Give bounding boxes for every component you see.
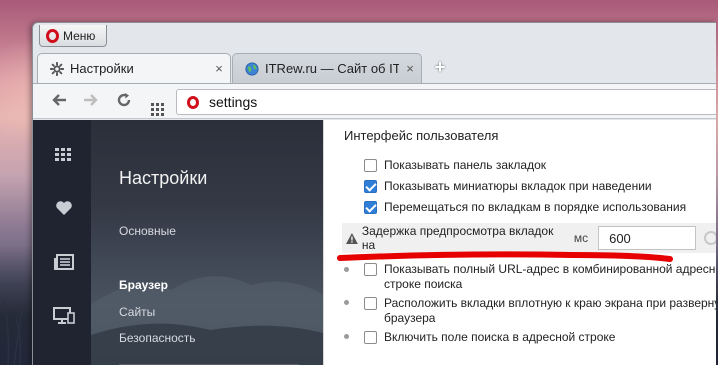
tab-strip: Настройки × ITRew.ru — Сайт об IT для × … — [33, 51, 716, 83]
option-show-bookmarks-bar[interactable]: Показывать панель закладок — [364, 158, 546, 173]
tab-close-icon[interactable]: × — [208, 61, 230, 76]
advanced-bullet — [344, 300, 349, 305]
option-label: Показывать полный URL-адрес в комбиниров… — [384, 262, 716, 292]
new-tab-button[interactable]: + — [429, 57, 451, 79]
tab-itrew[interactable]: ITRew.ru — Сайт об IT для × — [232, 53, 422, 83]
toolbar — [33, 83, 716, 119]
settings-sidebar: Настройки Основные Браузер Сайты Безопас… — [91, 120, 323, 365]
tab-title: ITRew.ru — Сайт об IT для — [265, 61, 399, 76]
browser-window: Меню Настройки × ITRew.ru — Сайт об I × … — [32, 22, 716, 365]
option-label: Перемещаться по вкладкам в порядке испол… — [384, 200, 687, 214]
arrow-right-icon — [84, 94, 98, 106]
sidebar-rail — [33, 120, 91, 365]
reset-icon[interactable] — [704, 231, 716, 245]
speed-dial-sidebar-icon[interactable] — [53, 144, 75, 166]
checkbox[interactable] — [364, 331, 377, 344]
settings-content: Интерфейс пользователя Показывать панель… — [323, 120, 716, 365]
option-label-line2: браузера — [384, 311, 436, 325]
option-search-in-address-bar[interactable]: Включить поле поиска в адресной строке — [364, 330, 615, 345]
option-label-line2: строке поиска — [384, 277, 463, 291]
option-cycle-tabs-order[interactable]: Перемещаться по вкладкам в порядке испол… — [364, 200, 686, 215]
sidebar-item-security[interactable]: Безопасность — [119, 331, 196, 345]
advanced-bullet — [344, 267, 349, 272]
forward-button[interactable] — [80, 92, 100, 112]
opera-logo-icon — [46, 28, 59, 43]
address-input[interactable] — [209, 94, 609, 110]
devices-icon[interactable] — [53, 304, 75, 326]
option-tabs-to-edge[interactable]: Расположить вкладки вплотную к краю экра… — [364, 296, 716, 326]
advanced-bullet — [344, 334, 349, 339]
tab-title: Настройки — [70, 61, 134, 76]
annotation-underline — [337, 251, 673, 262]
sidebar-item-basic[interactable]: Основные — [119, 224, 176, 238]
gear-icon — [50, 61, 64, 76]
section-title: Интерфейс пользователя — [344, 128, 499, 143]
news-icon[interactable] — [53, 251, 75, 273]
option-show-tab-thumbnails[interactable]: Показывать миниатюры вкладок при наведен… — [364, 179, 652, 194]
globe-icon — [245, 61, 259, 76]
option-show-full-url[interactable]: Показывать полный URL-адрес в комбиниров… — [364, 262, 716, 292]
address-bar[interactable] — [176, 89, 716, 115]
speed-dial-button[interactable] — [147, 92, 167, 116]
option-label: Расположить вкладки вплотную к краю экра… — [384, 296, 716, 326]
menu-label: Меню — [63, 28, 96, 43]
reload-icon — [117, 93, 131, 107]
checkbox[interactable] — [364, 201, 377, 214]
delay-input[interactable] — [598, 226, 697, 250]
heart-icon[interactable] — [53, 197, 75, 219]
settings-page: Настройки Основные Браузер Сайты Безопас… — [33, 120, 716, 365]
option-label: Включить поле поиска в адресной строке — [384, 330, 616, 344]
delay-unit: мс — [573, 231, 589, 245]
grid-icon — [150, 103, 164, 116]
checkbox[interactable] — [364, 297, 377, 310]
checkbox[interactable] — [364, 180, 377, 193]
sidebar-item-sites[interactable]: Сайты — [119, 305, 155, 319]
tab-settings[interactable]: Настройки × — [37, 53, 231, 83]
arrow-left-icon — [52, 94, 66, 106]
option-label: Показывать миниатюры вкладок при наведен… — [384, 179, 652, 193]
warning-icon — [346, 232, 358, 244]
delay-label: Задержка предпросмотра вкладок на — [361, 224, 554, 252]
option-label-line1: Расположить вкладки вплотную к краю экра… — [384, 296, 716, 310]
sidebar-item-browser[interactable]: Браузер — [119, 278, 168, 292]
checkbox[interactable] — [364, 159, 377, 172]
back-button[interactable] — [50, 92, 70, 112]
opera-page-icon — [187, 95, 199, 109]
reload-button[interactable] — [114, 92, 134, 112]
menu-button[interactable]: Меню — [39, 25, 107, 47]
settings-sidebar-title: Настройки — [119, 168, 208, 188]
option-label: Показывать панель закладок — [384, 158, 547, 172]
tab-close-icon[interactable]: × — [399, 61, 421, 76]
tab-preview-delay-row: Задержка предпросмотра вкладок на мс — [342, 223, 716, 253]
